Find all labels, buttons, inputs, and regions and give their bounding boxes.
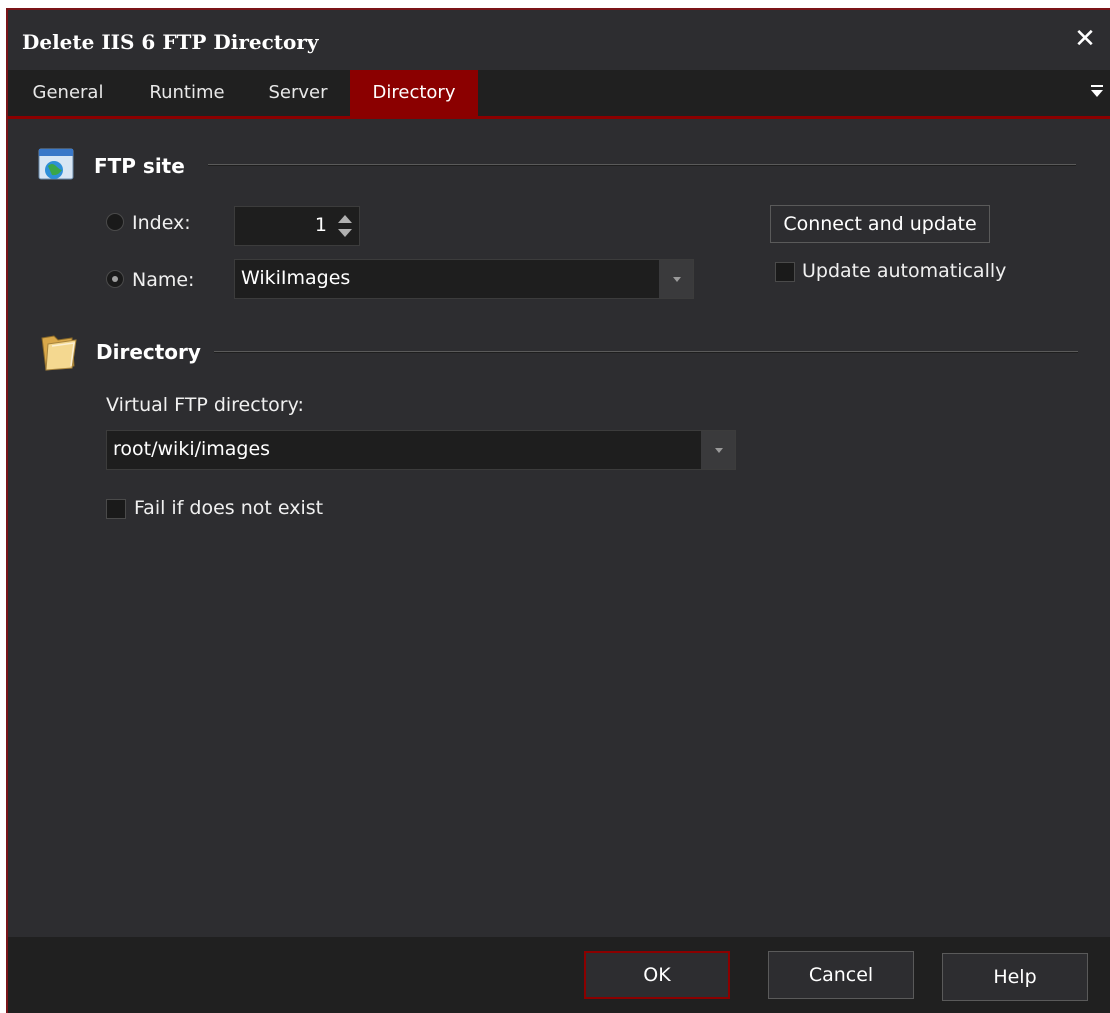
name-radio[interactable] bbox=[106, 270, 124, 288]
connect-update-button[interactable]: Connect and update bbox=[770, 205, 990, 243]
menu-icon[interactable] bbox=[1090, 83, 1104, 101]
name-combo-value: WikiImages bbox=[241, 267, 351, 289]
tab-directory[interactable]: Directory bbox=[350, 70, 478, 116]
index-stepper[interactable]: 1 bbox=[234, 206, 360, 246]
close-icon[interactable]: ✕ bbox=[1072, 26, 1098, 52]
update-auto-label: Update automatically bbox=[802, 260, 1007, 282]
virtual-directory-combo[interactable]: root/wiki/images bbox=[106, 430, 736, 470]
dialog-window: Delete IIS 6 FTP Directory ✕ General Run… bbox=[6, 8, 1110, 1013]
spin-arrows-icon[interactable] bbox=[335, 211, 355, 241]
ftp-site-section-title: FTP site bbox=[94, 154, 185, 178]
virtual-directory-value: root/wiki/images bbox=[113, 438, 271, 460]
cancel-button[interactable]: Cancel bbox=[768, 951, 914, 999]
title-bar: Delete IIS 6 FTP Directory ✕ bbox=[8, 10, 1110, 68]
ok-button[interactable]: OK bbox=[584, 951, 730, 999]
fail-if-not-exist-checkbox[interactable] bbox=[106, 499, 126, 519]
virtual-directory-label: Virtual FTP directory: bbox=[106, 394, 304, 416]
index-value: 1 bbox=[314, 214, 327, 236]
index-label: Index: bbox=[132, 212, 191, 234]
folder-icon bbox=[41, 335, 77, 371]
tab-runtime[interactable]: Runtime bbox=[128, 70, 246, 116]
index-radio[interactable] bbox=[106, 213, 124, 231]
name-label: Name: bbox=[132, 269, 195, 291]
update-auto-checkbox[interactable] bbox=[775, 262, 795, 282]
virtual-directory-dropdown-icon[interactable] bbox=[701, 431, 735, 469]
fail-if-not-exist-label: Fail if does not exist bbox=[134, 497, 324, 519]
window-title: Delete IIS 6 FTP Directory bbox=[22, 30, 319, 54]
tab-general[interactable]: General bbox=[8, 70, 128, 116]
tab-server[interactable]: Server bbox=[246, 70, 350, 116]
tab-bar: General Runtime Server Directory bbox=[8, 70, 1110, 119]
ftp-site-icon bbox=[38, 148, 74, 180]
name-dropdown-icon[interactable] bbox=[659, 260, 693, 298]
directory-section-title: Directory bbox=[96, 340, 201, 364]
ftp-site-divider bbox=[208, 164, 1076, 166]
dialog-footer: OK Cancel Help bbox=[8, 937, 1110, 1013]
directory-divider bbox=[214, 351, 1078, 353]
name-combo[interactable]: WikiImages bbox=[234, 259, 694, 299]
help-button[interactable]: Help bbox=[942, 953, 1088, 1001]
